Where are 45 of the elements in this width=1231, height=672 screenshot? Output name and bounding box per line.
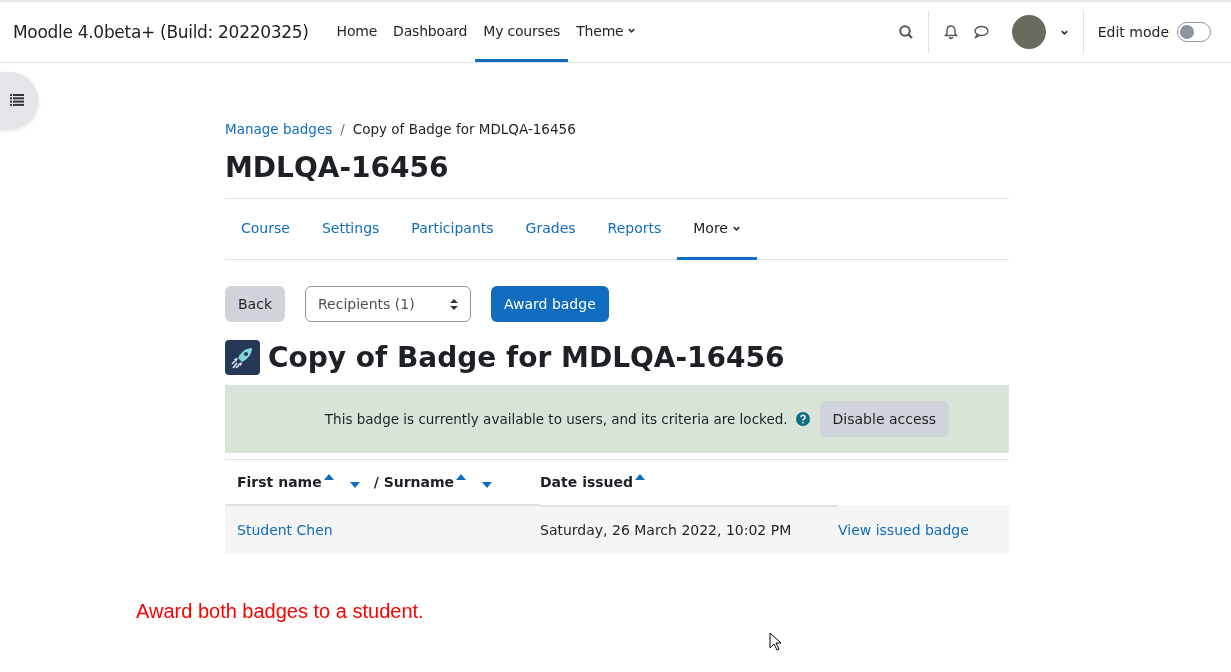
column-header[interactable]: / Surname (373, 474, 455, 490)
notice-text: This badge is currently available to users, and its criteria are locked. (324, 411, 788, 427)
award-badge-button[interactable]: Award badge (491, 286, 609, 322)
course-tab[interactable]: Reports (591, 199, 678, 260)
annotation-caption: Award both badges to a student. (136, 600, 424, 623)
sort-arrows-icon (450, 298, 458, 310)
table-cell: Saturday, 26 March 2022, 10:02 PM (540, 521, 792, 538)
sort-down-icon (349, 482, 360, 488)
drawer-toggle-button[interactable] (0, 72, 38, 128)
course-title: MDLQA-16456 (225, 151, 450, 184)
badge-title: Copy of Badge for MDLQA-16456 (268, 341, 785, 374)
mouse-pointer-icon (769, 632, 782, 651)
column-header[interactable]: Date issued (540, 474, 634, 490)
view-badge-link[interactable]: View issued badge (838, 521, 969, 538)
nav-link[interactable]: Home (328, 2, 386, 62)
nav-link[interactable]: Dashboard (385, 2, 476, 62)
course-tab[interactable]: Grades (509, 199, 592, 260)
nav-link[interactable]: Theme (568, 2, 645, 62)
disable-access-button[interactable]: Disable access (819, 401, 950, 437)
search-icon[interactable] (897, 24, 914, 40)
course-tab[interactable]: More (677, 199, 757, 260)
chat-bubble-icon[interactable] (972, 24, 990, 40)
nav-link[interactable]: My courses (475, 2, 569, 62)
breadcrumb-separator: / (340, 121, 345, 137)
course-tab[interactable]: Settings (305, 199, 396, 260)
breadcrumb-link[interactable]: Manage badges (225, 121, 333, 137)
edit-mode-label: Edit mode (1097, 24, 1169, 40)
sort-down-icon (482, 482, 493, 488)
sort-up-icon (323, 474, 334, 480)
column-header[interactable]: First name (237, 474, 322, 490)
sort-up-icon (456, 474, 467, 480)
chevron-down-icon (627, 26, 637, 35)
site-name[interactable]: Moodle 4.0beta+ (Build: 20220325) (13, 22, 309, 42)
bell-icon[interactable] (942, 24, 959, 40)
breadcrumb-current: Copy of Badge for MDLQA-16456 (352, 121, 576, 137)
help-icon[interactable] (795, 412, 810, 426)
student-name-link[interactable]: Student Chen (237, 521, 333, 538)
course-tab[interactable]: Participants (395, 199, 510, 260)
course-tab[interactable]: Course (225, 199, 306, 260)
list-icon (10, 94, 24, 106)
avatar[interactable] (1011, 15, 1046, 49)
back-button[interactable]: Back (225, 286, 285, 322)
sort-up-icon (635, 474, 646, 480)
rocket-badge-icon (225, 340, 260, 375)
recipients-select[interactable]: Recipients (1) (305, 286, 471, 322)
